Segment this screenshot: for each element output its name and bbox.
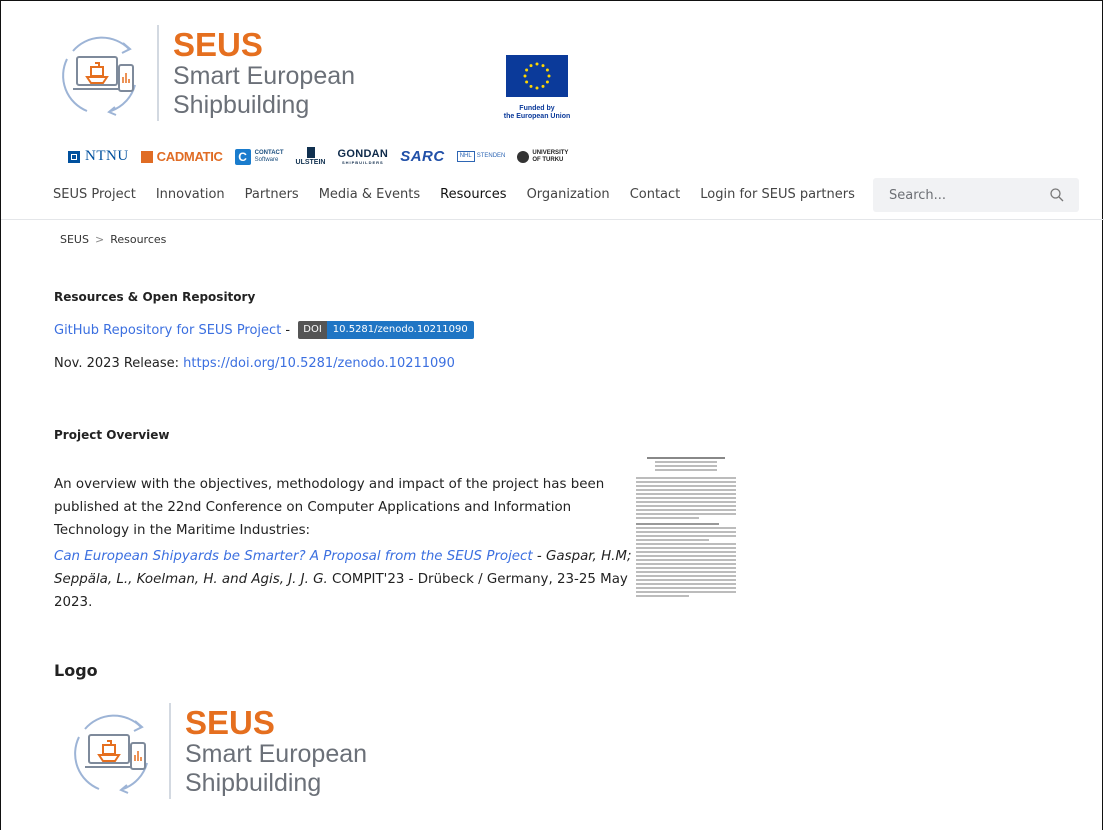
site-logo[interactable]: SEUS Smart European Shipbuilding <box>51 23 355 123</box>
brand-divider-large <box>169 703 171 799</box>
search-box <box>873 178 1079 212</box>
page-frame: SEUS Smart European Shipbuilding Funded … <box>0 0 1104 830</box>
doi-badge-label: DOI <box>298 321 327 339</box>
logo-heading: Logo <box>54 661 98 680</box>
seus-ship-icon-large <box>74 714 148 794</box>
github-repo-link[interactable]: GitHub Repository for SEUS Project <box>54 323 281 338</box>
doi-badge-value: 10.5281/zenodo.10211090 <box>326 321 474 339</box>
brand-subtitle-large-1: Smart European <box>185 739 368 768</box>
ulstein-logo[interactable]: ULSTEIN <box>296 147 325 166</box>
release-label: Nov. 2023 Release: <box>54 356 184 371</box>
contact-software-logo[interactable]: C CONTACT Software <box>234 148 284 165</box>
nav-media-events[interactable]: Media & Events <box>319 187 420 202</box>
paper-citation: Can European Shipyards be Smarter? A Pro… <box>54 545 634 614</box>
nav-login[interactable]: Login for SEUS partners <box>700 187 855 202</box>
brand-divider <box>157 25 159 121</box>
nav-contact[interactable]: Contact <box>630 187 681 202</box>
search-input[interactable] <box>887 186 1051 204</box>
ntnu-logo[interactable]: NTNU <box>68 148 129 165</box>
nav-seus-project[interactable]: SEUS Project <box>53 187 136 202</box>
university-of-turku-logo[interactable]: UNIVERSITY OF TURKU <box>517 150 568 164</box>
release-line: Nov. 2023 Release: https://doi.org/10.52… <box>54 356 455 371</box>
nav-organization[interactable]: Organization <box>527 187 610 202</box>
eu-text-line-1: Funded by <box>519 105 555 112</box>
breadcrumb: SEUS > Resources <box>60 233 166 246</box>
brand-subtitle-2: Shipbuilding <box>173 90 310 119</box>
paper-thumbnail[interactable] <box>633 453 739 613</box>
doi-badge[interactable]: DOI 10.5281/zenodo.10211090 <box>298 321 474 339</box>
brand-subtitle-large-2: Shipbuilding <box>185 768 322 797</box>
sarc-logo[interactable]: SARC <box>400 148 445 165</box>
eu-flag-icon <box>506 55 568 97</box>
nav-partners[interactable]: Partners <box>245 187 299 202</box>
nav-innovation[interactable]: Innovation <box>156 187 225 202</box>
search-icon[interactable] <box>1049 187 1065 203</box>
seus-ship-icon <box>62 36 136 116</box>
github-line: GitHub Repository for SEUS Project - DOI… <box>54 321 474 339</box>
resources-heading: Resources & Open Repository <box>54 290 256 304</box>
eu-funding-logo: Funded by the European Union <box>501 55 573 121</box>
release-doi-link[interactable]: https://doi.org/10.5281/zenodo.10211090 <box>183 356 455 371</box>
breadcrumb-current: Resources <box>110 233 167 246</box>
brand-name-large: SEUS <box>185 703 275 741</box>
overview-heading: Project Overview <box>54 428 170 442</box>
paper-link[interactable]: Can European Shipyards be Smarter? A Pro… <box>54 549 533 564</box>
nav-resources[interactable]: Resources <box>440 187 506 202</box>
cadmatic-logo[interactable]: CADMATIC <box>140 149 223 164</box>
header-divider <box>1 219 1104 220</box>
main-nav: SEUS Project Innovation Partners Media &… <box>53 187 875 202</box>
brand-name: SEUS <box>173 25 263 63</box>
partner-logos: NTNU CADMATIC C CONTACT Software ULSTEIN … <box>68 147 580 166</box>
gondan-logo[interactable]: GONDAN SHIPBUILDERS <box>337 148 388 165</box>
breadcrumb-home[interactable]: SEUS <box>60 233 89 246</box>
eu-text-line-2: the European Union <box>503 113 571 120</box>
github-dash: - <box>281 322 295 338</box>
nhl-stenden-logo[interactable]: NHL STENDEN <box>456 151 505 162</box>
breadcrumb-separator: > <box>94 233 105 246</box>
overview-paragraph: An overview with the objectives, methodo… <box>54 477 605 538</box>
brand-subtitle-1: Smart European <box>173 61 356 90</box>
seus-logo-large[interactable]: SEUS Smart European Shipbuilding <box>63 701 367 801</box>
